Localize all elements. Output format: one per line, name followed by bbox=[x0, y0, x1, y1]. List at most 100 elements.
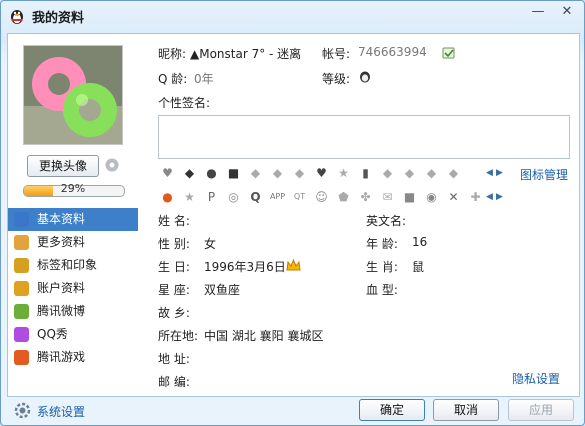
gender-value: 女 bbox=[204, 237, 217, 251]
minimize-button[interactable]: — bbox=[527, 3, 549, 21]
nav-item-qqshow[interactable]: QQ秀 bbox=[8, 323, 138, 346]
zodiac-label: 生 肖: bbox=[366, 260, 398, 274]
nav-item-label: 更多资料 bbox=[37, 235, 86, 249]
qqshow-icon bbox=[14, 327, 29, 342]
level-penguin-icon[interactable] bbox=[358, 69, 372, 83]
nav-item-label: 基本资料 bbox=[37, 212, 86, 226]
blood-type-label: 血 型: bbox=[366, 283, 398, 297]
qt-icon[interactable]: QT bbox=[290, 187, 309, 206]
nav-item-tags[interactable]: 标签和印象 bbox=[8, 254, 138, 277]
penguin-icon[interactable]: ● bbox=[202, 163, 221, 182]
avatar-rings-image bbox=[24, 46, 122, 144]
heart-icon[interactable]: ♥ bbox=[158, 163, 177, 182]
gem-icon[interactable]: ◆ bbox=[400, 163, 419, 182]
cancel-button[interactable]: 取消 bbox=[433, 399, 499, 421]
account-label: 帐号: bbox=[322, 47, 351, 61]
nav-item-label: 腾讯微博 bbox=[37, 304, 86, 318]
scroll-right-icon[interactable]: ▶ bbox=[496, 168, 503, 178]
qq-penguin-icon bbox=[11, 10, 23, 24]
copy-account-icon[interactable] bbox=[442, 46, 456, 60]
address-label: 地 址: bbox=[158, 352, 190, 366]
weibo-icon bbox=[14, 304, 29, 319]
gem-icon[interactable]: ◆ bbox=[422, 163, 441, 182]
document-icon bbox=[14, 235, 29, 250]
service-icons-row-2: ● ★ P ◎ Q APP QT ☺ ⬟ ✤ ✉ ■ ◉ ✕ ✚ bbox=[158, 187, 485, 206]
settings-gear-icon[interactable] bbox=[14, 402, 31, 419]
location-value: 中国 湖北 襄阳 襄城区 bbox=[204, 329, 324, 343]
qq-penguin-icon[interactable]: ● bbox=[158, 187, 177, 206]
zodiac-value: 鼠 bbox=[412, 260, 425, 274]
sidebar-nav: 基本资料更多资料标签和印象账户资料腾讯微博 QQ秀腾讯游戏 bbox=[8, 208, 138, 369]
birthday-value: 1996年3月6日 bbox=[204, 260, 286, 274]
app-icon[interactable]: APP bbox=[268, 187, 287, 206]
footer-bar: 系统设置 确定 取消 应用 bbox=[1, 395, 584, 425]
gem-icon[interactable]: ◆ bbox=[246, 163, 265, 182]
crown-icon bbox=[286, 258, 301, 271]
postcode-label: 邮 编: bbox=[158, 375, 190, 389]
nba-icon[interactable]: ▮ bbox=[356, 163, 375, 182]
diamond-icon[interactable]: ◆ bbox=[180, 163, 199, 182]
title-bar: 我的资料 — ✕ bbox=[1, 1, 584, 31]
camera-icon[interactable]: ■ bbox=[400, 187, 419, 206]
gem-icon[interactable]: ◆ bbox=[444, 163, 463, 182]
signature-label: 个性签名: bbox=[158, 96, 211, 110]
star-icon[interactable]: ★ bbox=[334, 163, 353, 182]
shield-icon[interactable]: ⬟ bbox=[334, 187, 353, 206]
gender-label: 性 别: bbox=[158, 237, 190, 251]
p-icon[interactable]: P bbox=[202, 187, 221, 206]
level-label: 等级: bbox=[322, 72, 351, 86]
nickname-value: ▲Monstar 7° - 迷离 bbox=[190, 47, 302, 61]
nav-item-more-info[interactable]: 更多资料 bbox=[8, 231, 138, 254]
gem-icon[interactable]: ◆ bbox=[378, 163, 397, 182]
age-value: 16 bbox=[412, 235, 428, 249]
chat-icon[interactable]: ◎ bbox=[224, 187, 243, 206]
face-icon[interactable]: ☺ bbox=[312, 187, 331, 206]
nav-item-label: 腾讯游戏 bbox=[37, 350, 86, 364]
avatar[interactable] bbox=[23, 45, 123, 145]
nav-item-label: QQ秀 bbox=[37, 327, 68, 341]
game-icon[interactable]: ✕ bbox=[444, 187, 463, 206]
ok-button[interactable]: 确定 bbox=[359, 399, 425, 421]
star-icon[interactable]: ★ bbox=[180, 187, 199, 206]
scroll-right-icon[interactable]: ▶ bbox=[496, 192, 503, 202]
games-icon bbox=[14, 350, 29, 365]
nickname-label: 昵称: bbox=[158, 47, 187, 61]
scroll-left-icon[interactable]: ◀ bbox=[486, 192, 493, 202]
gem-icon[interactable]: ◆ bbox=[290, 163, 309, 182]
privacy-settings-link[interactable]: 隐私设置 bbox=[512, 370, 560, 387]
content-panel: 更换头像 29% 基本资料 更多资料 标签和印象 账户资料 腾讯微博 QQ秀 腾讯游戏 昵称… bbox=[7, 33, 580, 397]
qage-label: Q 龄: bbox=[158, 72, 188, 86]
age-label: 年 龄: bbox=[366, 237, 398, 251]
english-name-label: 英文名: bbox=[366, 214, 407, 228]
heart-icon[interactable]: ♥ bbox=[312, 163, 331, 182]
change-avatar-button[interactable]: 更换头像 bbox=[27, 155, 99, 177]
nav-item-account[interactable]: 账户资料 bbox=[8, 277, 138, 300]
constellation-value: 双鱼座 bbox=[204, 283, 241, 297]
coin-icon bbox=[14, 281, 29, 296]
scroll-left-icon[interactable]: ◀ bbox=[486, 168, 493, 178]
profile-card-icon bbox=[14, 212, 29, 227]
nav-item-games[interactable]: 腾讯游戏 bbox=[8, 346, 138, 369]
music-icon[interactable]: ◉ bbox=[422, 187, 441, 206]
q-plus-icon[interactable]: Q bbox=[246, 187, 265, 206]
system-settings-link[interactable]: 系统设置 bbox=[37, 403, 85, 420]
security-icon[interactable]: ✚ bbox=[466, 187, 485, 206]
manage-icons-link[interactable]: 图标管理 bbox=[520, 166, 568, 183]
window-title: 我的资料 bbox=[32, 11, 85, 26]
gear-icon[interactable] bbox=[103, 156, 121, 174]
close-button[interactable]: ✕ bbox=[556, 3, 578, 21]
nav-item-basic-info[interactable]: 基本资料 bbox=[8, 208, 138, 231]
signature-input[interactable] bbox=[158, 115, 570, 159]
nav-item-weibo[interactable]: 腾讯微博 bbox=[8, 300, 138, 323]
tag-icon bbox=[14, 258, 29, 273]
apply-button[interactable]: 应用 bbox=[508, 399, 574, 421]
location-label: 所在地: bbox=[158, 329, 199, 343]
gem-icon[interactable]: ◆ bbox=[268, 163, 287, 182]
service-icons-row-1: ♥ ◆ ● ■ ◆ ◆ ◆ ♥ ★ ▮ ◆ ◆ ◆ ◆ bbox=[158, 163, 463, 182]
profile-window: 我的资料 — ✕ 更换头像 29% 基本资料 更多资料 标签和印象 账户资料 腾讯微博 Q… bbox=[0, 0, 585, 426]
nav-item-label: 账户资料 bbox=[37, 281, 86, 295]
mail-icon[interactable]: ✉ bbox=[378, 187, 397, 206]
nav-item-label: 标签和印象 bbox=[37, 258, 98, 272]
robot-icon[interactable]: ■ bbox=[224, 163, 243, 182]
clover-icon[interactable]: ✤ bbox=[356, 187, 375, 206]
